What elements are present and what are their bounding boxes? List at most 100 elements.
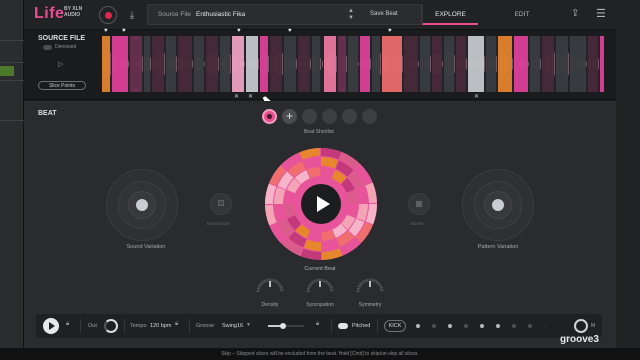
groove-value[interactable]: Swing16: [222, 323, 243, 329]
slice[interactable]: [542, 36, 554, 92]
lock-icon[interactable]: 🔒︎: [175, 321, 178, 328]
output-volume-knob[interactable]: [104, 319, 118, 333]
sound-variation-label: Sound Variation: [126, 244, 166, 250]
slice[interactable]: [166, 36, 176, 92]
slice[interactable]: [152, 36, 164, 92]
tempo-value[interactable]: 120 bpm: [150, 323, 171, 329]
save-beat-button[interactable]: Save Beat: [370, 11, 398, 17]
waveform-slices[interactable]: ♥ ♥ ♥ ♥ ♥ ✕ ✕ ✕: [102, 28, 604, 100]
step-dot[interactable]: [480, 324, 484, 328]
randomize-button[interactable]: ⚄: [210, 193, 232, 215]
slice[interactable]: [486, 36, 496, 92]
step-dot[interactable]: [512, 324, 516, 328]
share-icon[interactable]: ⇪: [571, 8, 579, 19]
slice[interactable]: [530, 36, 540, 92]
slice[interactable]: [232, 36, 244, 92]
slice[interactable]: [468, 36, 484, 92]
slice[interactable]: [312, 36, 320, 92]
steps-label: ...: [542, 323, 547, 329]
source-stepper-icon[interactable]: ▲ ▼: [348, 8, 354, 22]
skip-icon[interactable]: ✕: [248, 93, 253, 100]
slice[interactable]: [514, 36, 528, 92]
heart-icon[interactable]: ♥: [288, 28, 292, 34]
slice[interactable]: [348, 36, 358, 92]
mute-button[interactable]: M: [591, 323, 595, 329]
slice[interactable]: [432, 36, 442, 92]
chevron-down-icon[interactable]: ▼: [246, 322, 251, 328]
step-dot[interactable]: [464, 324, 468, 328]
play-icon: [49, 322, 55, 330]
slice[interactable]: [194, 36, 204, 92]
menu-icon[interactable]: ☰: [596, 7, 606, 20]
slice[interactable]: [456, 36, 466, 92]
skip-icon[interactable]: ✕: [234, 93, 239, 100]
record-button[interactable]: [99, 6, 117, 24]
lock-icon[interactable]: 🔒︎: [66, 321, 69, 328]
slice[interactable]: [420, 36, 430, 92]
denoised-toggle[interactable]: [43, 45, 52, 50]
slice[interactable]: [444, 36, 454, 92]
density-knob[interactable]: [255, 274, 285, 294]
slice[interactable]: [102, 36, 110, 92]
skip-icon[interactable]: ✕: [474, 93, 479, 100]
app-logo: Life: [34, 5, 65, 22]
source-file-selector[interactable]: Source File Enthusiastic Fika ▲ ▼ Save Be…: [147, 4, 422, 25]
plugin-window: Life BY XLN AUDIO ⤓ Source File Enthusias…: [24, 0, 616, 348]
slice[interactable]: [270, 36, 282, 92]
slice[interactable]: [246, 36, 258, 92]
step-dot[interactable]: [448, 324, 452, 328]
slice[interactable]: [130, 36, 142, 92]
slice[interactable]: [220, 36, 230, 92]
shortlist-slot-active[interactable]: [262, 109, 277, 124]
step-dot[interactable]: [432, 324, 436, 328]
slice[interactable]: [178, 36, 192, 92]
download-button[interactable]: ⤓: [123, 6, 141, 24]
download-icon: ⤓: [129, 9, 135, 21]
slice[interactable]: [498, 36, 512, 92]
slice[interactable]: [284, 36, 296, 92]
play-beat-button[interactable]: [301, 184, 341, 224]
mix-knob[interactable]: [574, 319, 588, 333]
slice[interactable]: [382, 36, 402, 92]
slice[interactable]: [570, 36, 586, 92]
shortlist-slot[interactable]: [362, 109, 377, 124]
slice[interactable]: [206, 36, 218, 92]
play-source-icon[interactable]: ▷: [58, 60, 63, 68]
heart-icon[interactable]: ♥: [388, 28, 392, 34]
lock-icon[interactable]: 🔒︎: [316, 321, 319, 328]
slice[interactable]: [600, 36, 604, 92]
slice[interactable]: [556, 36, 568, 92]
slice[interactable]: [324, 36, 336, 92]
heart-icon[interactable]: ♥: [237, 28, 241, 34]
slice[interactable]: [298, 36, 310, 92]
slice[interactable]: [404, 36, 418, 92]
shortlist-slot[interactable]: [342, 109, 357, 124]
slice[interactable]: [144, 36, 150, 92]
tab-explore[interactable]: EXPLORE: [422, 4, 478, 25]
add-to-shortlist-button[interactable]: +: [282, 109, 297, 124]
heart-icon[interactable]: ♥: [104, 28, 108, 34]
slice[interactable]: [360, 36, 370, 92]
boxes-button[interactable]: ▦: [408, 193, 430, 215]
shortlist-slot[interactable]: [302, 109, 317, 124]
step-dot[interactable]: [528, 324, 532, 328]
transport-play-button[interactable]: [43, 318, 59, 334]
kick-instrument-button[interactable]: KICK: [384, 320, 406, 332]
symmetry-knob[interactable]: [355, 274, 385, 294]
groove-amount-slider[interactable]: [268, 323, 304, 329]
slice[interactable]: [112, 36, 128, 92]
slice[interactable]: [260, 36, 268, 92]
step-dot[interactable]: [416, 324, 420, 328]
heart-icon[interactable]: ♥: [122, 28, 126, 34]
step-dot[interactable]: [496, 324, 500, 328]
tab-edit[interactable]: EDIT: [494, 4, 550, 25]
syncopation-knob[interactable]: [305, 274, 335, 294]
pitched-toggle[interactable]: [338, 323, 348, 329]
dice-icon: ⚄: [217, 199, 225, 208]
slice-points-button[interactable]: Slice Points: [38, 81, 86, 90]
slice[interactable]: [338, 36, 346, 92]
watermark-logo: groove3: [560, 334, 599, 345]
shortlist-slot[interactable]: [322, 109, 337, 124]
slice[interactable]: [588, 36, 598, 92]
slice[interactable]: [372, 36, 380, 92]
